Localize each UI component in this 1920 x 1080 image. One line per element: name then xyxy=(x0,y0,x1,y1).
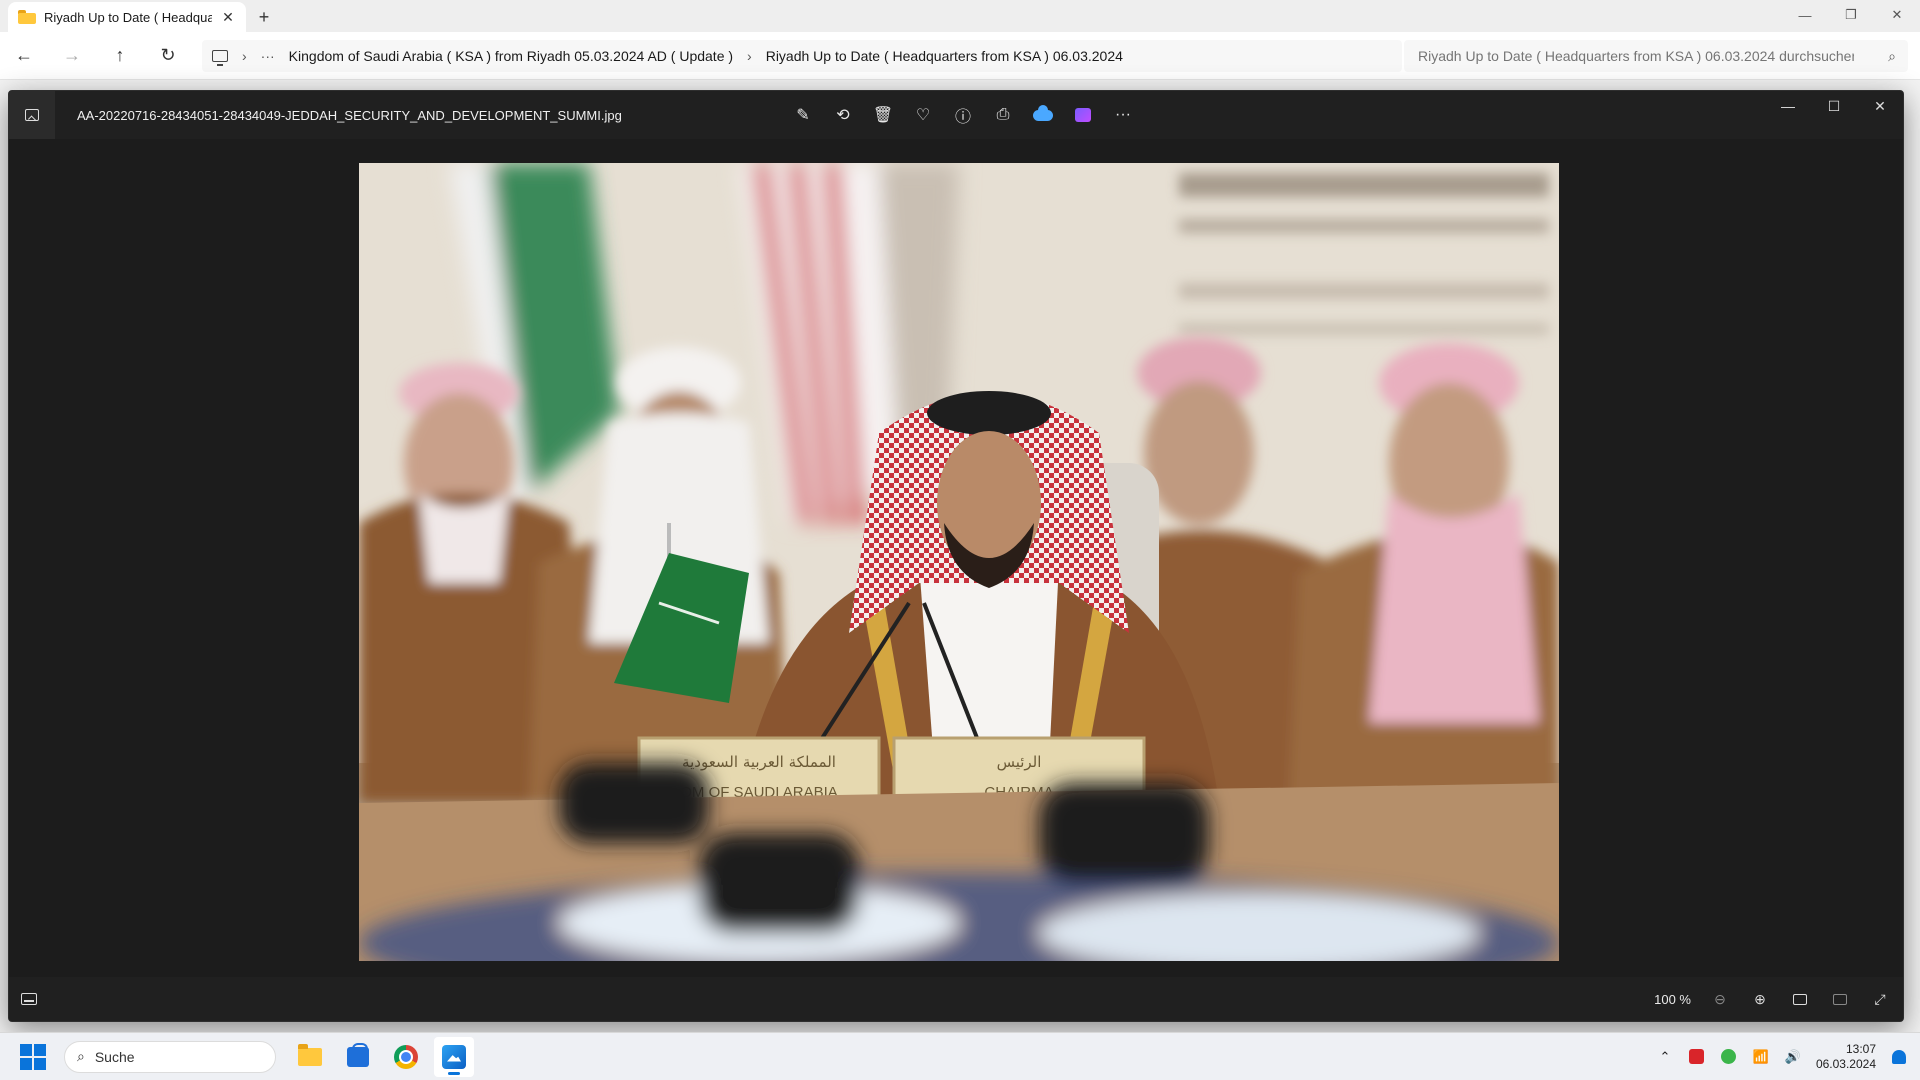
up-arrow-icon[interactable]: ↑ xyxy=(96,36,144,76)
refresh-icon[interactable]: ↻ xyxy=(144,36,192,76)
more-options-icon[interactable]: ··· xyxy=(1107,99,1139,131)
explorer-window-controls: — ❐ ✕ xyxy=(1782,0,1920,32)
system-tray: ⌃ 📶 🔊 13:07 06.03.2024 xyxy=(1656,1042,1908,1072)
displayed-photo: المملكة العربية السعودية OM OF SAUDI ARA… xyxy=(359,163,1559,961)
file-explorer-icon xyxy=(298,1043,322,1066)
clock-date: 06.03.2024 xyxy=(1815,1056,1876,1071)
taskbar: ⌕ Suche ⌃ 📶 🔊 13:07 06.03.2024 xyxy=(0,1032,1920,1080)
forward-arrow-icon[interactable]: → xyxy=(48,36,96,76)
clipchamp-icon[interactable] xyxy=(1067,99,1099,131)
restore-icon[interactable]: ❐ xyxy=(1828,0,1874,30)
fit-to-window-icon[interactable] xyxy=(1789,988,1811,1010)
show-hidden-icons-icon[interactable]: ⌃ xyxy=(1656,1048,1674,1066)
actual-size-icon[interactable] xyxy=(1829,988,1851,1010)
viewer-title-bar: AA-20220716-28434051-28434049-JEDDAH_SEC… xyxy=(9,91,1903,139)
breadcrumb-item[interactable]: Riyadh Up to Date ( Headquarters from KS… xyxy=(766,48,1123,64)
taskbar-search-label: Suche xyxy=(94,1048,135,1065)
security-tray-icon[interactable] xyxy=(1720,1048,1738,1066)
pinned-apps xyxy=(290,1036,474,1077)
photos-icon xyxy=(442,1044,466,1069)
address-bar[interactable]: › ··· Kingdom of Saudi Arabia ( KSA ) fr… xyxy=(202,40,1402,72)
breadcrumb-item[interactable]: Kingdom of Saudi Arabia ( KSA ) from Riy… xyxy=(289,48,733,64)
rotate-icon[interactable]: ⟲ xyxy=(827,99,859,131)
new-tab-button[interactable]: + xyxy=(246,2,282,32)
plaque-right-arabic: الرئيس xyxy=(997,753,1042,771)
favorite-heart-icon[interactable]: ♡ xyxy=(907,99,939,131)
acrobat-tray-icon[interactable] xyxy=(1688,1048,1706,1066)
photos-app[interactable] xyxy=(434,1036,474,1077)
plaque-left-arabic: المملكة العربية السعودية xyxy=(682,753,836,771)
search-icon: ⌕ xyxy=(77,1048,85,1064)
photo-illustration: المملكة العربية السعودية OM OF SAUDI ARA… xyxy=(359,163,1559,961)
filmstrip-icon[interactable] xyxy=(21,993,37,1005)
print-icon[interactable]: ⎙ xyxy=(987,99,1019,131)
wifi-icon[interactable]: 📶 xyxy=(1752,1048,1770,1066)
photos-app-icon xyxy=(25,109,39,121)
back-arrow-icon[interactable]: ← xyxy=(0,36,48,76)
tab-bar: Riyadh Up to Date ( Headquar ✕ + — ❐ ✕ xyxy=(0,0,1920,32)
zoom-level[interactable]: 100 % xyxy=(1654,992,1691,1007)
fullscreen-icon[interactable]: ⤢ xyxy=(1869,988,1891,1010)
image-stage[interactable]: المملكة العربية السعودية OM OF SAUDI ARA… xyxy=(9,139,1903,977)
viewer-footer: 100 % ⊖ ⊕ ⤢ xyxy=(9,977,1903,1021)
chevron-right-icon: › xyxy=(242,48,247,64)
file-explorer-app[interactable] xyxy=(290,1037,330,1077)
notification-bell-icon[interactable] xyxy=(1890,1048,1908,1066)
close-window-icon[interactable]: ✕ xyxy=(1874,0,1920,30)
info-icon[interactable]: ⓘ xyxy=(947,99,979,131)
photo-viewer-window: AA-20220716-28434051-28434049-JEDDAH_SEC… xyxy=(8,90,1904,1022)
minimize-icon[interactable]: — xyxy=(1782,0,1828,30)
folder-icon xyxy=(18,10,36,24)
close-tab-icon[interactable]: ✕ xyxy=(220,9,236,26)
tab-riyadh[interactable]: Riyadh Up to Date ( Headquar ✕ xyxy=(8,2,246,32)
microsoft-store-app[interactable] xyxy=(338,1037,378,1077)
file-name: AA-20220716-28434051-28434049-JEDDAH_SEC… xyxy=(77,107,622,123)
minimize-icon[interactable]: — xyxy=(1765,91,1811,121)
chrome-icon xyxy=(394,1044,418,1069)
this-pc-icon xyxy=(212,50,228,66)
clock-time: 13:07 xyxy=(1845,1041,1876,1056)
zoom-controls: 100 % ⊖ ⊕ ⤢ xyxy=(1654,988,1891,1010)
folder-search-box[interactable]: ⌕ xyxy=(1404,40,1908,72)
chevron-right-icon: › xyxy=(747,48,752,64)
navigation-bar: ← → ↑ ↻ › ··· Kingdom of Saudi Arabia ( … xyxy=(0,32,1920,80)
windows-start-icon[interactable] xyxy=(20,1043,46,1070)
folder-search-input[interactable] xyxy=(1416,47,1856,65)
taskbar-search[interactable]: ⌕ Suche xyxy=(64,1040,276,1073)
zoom-out-icon[interactable]: ⊖ xyxy=(1709,988,1731,1010)
viewer-toolbar: ✎ ⟲ 🗑 ♡ ⓘ ⎙ ··· xyxy=(787,99,1139,131)
tab-label: Riyadh Up to Date ( Headquar xyxy=(44,9,212,25)
clock[interactable]: 13:07 06.03.2024 xyxy=(1816,1042,1876,1072)
photos-app-button[interactable] xyxy=(9,91,55,139)
delete-icon[interactable]: 🗑 xyxy=(867,99,899,131)
volume-icon[interactable]: 🔊 xyxy=(1784,1048,1802,1066)
onedrive-icon[interactable] xyxy=(1027,99,1059,131)
search-icon: ⌕ xyxy=(1888,47,1896,64)
chrome-app[interactable] xyxy=(386,1037,426,1077)
edit-image-icon[interactable]: ✎ xyxy=(787,99,819,131)
more-locations-icon[interactable]: ··· xyxy=(261,48,275,64)
maximize-icon[interactable]: ☐ xyxy=(1811,91,1857,121)
close-window-icon[interactable]: ✕ xyxy=(1857,91,1903,121)
viewer-window-controls: — ☐ ✕ xyxy=(1765,91,1903,121)
microsoft-store-icon xyxy=(347,1042,369,1067)
zoom-in-icon[interactable]: ⊕ xyxy=(1749,988,1771,1010)
